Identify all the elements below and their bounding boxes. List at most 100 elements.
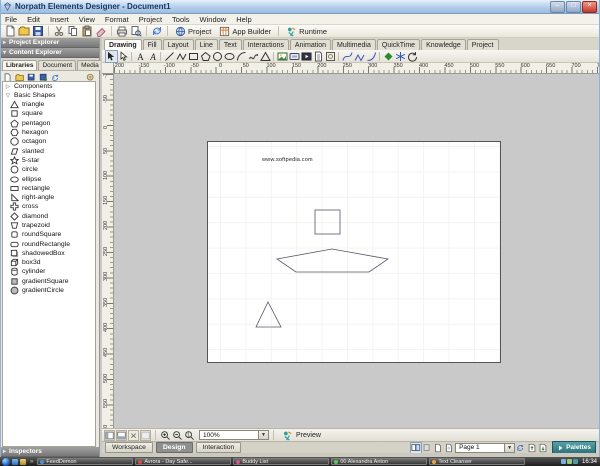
dropdown-arrow-icon[interactable]: ▼ — [504, 443, 515, 452]
shape-item-roundRectangle[interactable]: roundRectangle — [3, 239, 95, 248]
inspectors-header[interactable]: ▸ Inspectors — [0, 447, 99, 457]
canvas-page[interactable]: www.softpedia.com — [207, 141, 501, 363]
tray-icon[interactable] — [560, 459, 566, 464]
shape-item-square[interactable]: square — [3, 109, 95, 118]
mode-tab-interaction[interactable]: Interaction — [195, 442, 242, 453]
sync-icon[interactable] — [151, 25, 163, 37]
freeform-icon[interactable] — [248, 51, 259, 62]
quick-launch-mail-icon[interactable] — [20, 458, 26, 465]
menu-window[interactable]: Window — [195, 15, 232, 24]
shape-item-shadowedBox[interactable]: shadowedBox — [3, 249, 95, 258]
pointer-icon[interactable] — [118, 50, 129, 62]
tab-multimedia[interactable]: Multimedia — [332, 39, 376, 50]
menu-project[interactable]: Project — [134, 15, 167, 24]
tab-animation[interactable]: Animation — [289, 39, 332, 50]
print-icon[interactable] — [116, 25, 128, 37]
clear-icon[interactable] — [95, 25, 107, 37]
page-new-icon[interactable] — [433, 443, 443, 453]
tab-project[interactable]: Project — [466, 39, 499, 50]
anchor-point-icon[interactable] — [383, 51, 394, 62]
workspace[interactable]: www.softpedia.com — [114, 74, 600, 428]
project-explorer-header[interactable]: ▸ Project Explorer — [0, 38, 99, 48]
task-button-text-cleanser[interactable]: Text Cleanser — [429, 458, 526, 465]
text-skew-icon[interactable]: A — [147, 51, 158, 62]
tray-icon[interactable] — [572, 459, 578, 464]
star-point-icon[interactable] — [395, 51, 406, 62]
shape-item-box3d[interactable]: box3d — [3, 258, 95, 267]
toolbar-button-project[interactable]: Project — [171, 26, 215, 37]
shape-item-gradientSquare[interactable]: gradientSquare — [3, 277, 95, 286]
tab-line[interactable]: Line — [194, 39, 218, 50]
tray-icon[interactable] — [566, 459, 572, 464]
menu-format[interactable]: Format — [100, 15, 134, 24]
shape-item-hexagon[interactable]: hexagon — [3, 128, 95, 137]
canvas-shape-polygon[interactable] — [275, 248, 390, 273]
button-widget-icon[interactable] — [289, 51, 300, 62]
circle-icon[interactable] — [212, 51, 223, 62]
dock-left-icon[interactable] — [104, 429, 115, 441]
task-button-buddy-list[interactable]: Buddy List — [233, 458, 330, 465]
close-x-icon[interactable] — [128, 429, 139, 441]
connector-arc-icon[interactable] — [366, 51, 377, 62]
menu-view[interactable]: View — [74, 15, 100, 24]
shape-item-diamond[interactable]: diamond — [3, 211, 95, 221]
menu-edit[interactable]: Edit — [22, 15, 45, 24]
arc-icon[interactable] — [236, 51, 247, 62]
task-button-avrora-day-safe-[interactable]: Avrora - Day Safe... — [135, 458, 232, 465]
tab-interactions[interactable]: Interactions — [242, 39, 289, 50]
menu-file[interactable]: File — [0, 15, 22, 24]
menu-help[interactable]: Help — [231, 15, 256, 24]
connector-elbow-icon[interactable] — [354, 51, 365, 62]
tab-knowledge[interactable]: Knowledge — [421, 39, 466, 50]
maximize-button[interactable]: □ — [566, 0, 581, 13]
sidebar-tab-document[interactable]: Document — [38, 60, 77, 70]
tab-fill[interactable]: Fill — [142, 39, 162, 50]
minimize-button[interactable]: – — [550, 0, 565, 13]
component-widget-icon[interactable] — [325, 51, 336, 62]
shape-item-circle[interactable]: circle — [3, 165, 95, 174]
close-button[interactable]: × — [582, 0, 597, 13]
mode-tab-design[interactable]: Design — [155, 442, 193, 453]
quick-launch-browser-icon[interactable] — [12, 458, 18, 465]
text-icon[interactable]: A — [135, 51, 146, 62]
menu-insert[interactable]: Insert — [45, 15, 74, 24]
tree-group-basic-shapes[interactable]: ▽ Basic Shapes — [3, 91, 95, 100]
toolbar-button-app-builder[interactable]: App Builder — [215, 26, 275, 37]
tab-text[interactable]: Text — [218, 39, 242, 50]
polyline-icon[interactable] — [176, 51, 187, 62]
dock-bottom-icon[interactable] — [116, 429, 127, 441]
zoom-out-icon[interactable] — [172, 430, 183, 441]
shape-item-cross[interactable]: cross — [3, 202, 95, 211]
new-document-icon[interactable] — [4, 25, 16, 37]
tab-quicktime[interactable]: QuickTime — [376, 39, 421, 50]
shape-item-trapezoid[interactable]: trapezoid — [3, 221, 95, 230]
polygon-tool-icon[interactable] — [200, 51, 211, 62]
paste-icon[interactable] — [81, 25, 93, 37]
shape-item-right-angle[interactable]: right-angle — [3, 193, 95, 202]
connector-curve-icon[interactable] — [342, 51, 353, 62]
shape-item-rectangle[interactable]: rectangle — [3, 184, 95, 193]
canvas-shape-polygon[interactable] — [255, 301, 282, 328]
page-copy-icon[interactable] — [444, 443, 454, 453]
shape-item-ellipse[interactable]: ellipse — [3, 174, 95, 183]
tab-drawing[interactable]: Drawing — [104, 39, 142, 50]
open-folder-icon[interactable] — [18, 25, 30, 37]
rotate-tool-icon[interactable] — [407, 51, 418, 62]
canvas-shape-rect[interactable] — [314, 209, 341, 235]
copy-icon[interactable] — [67, 25, 79, 37]
rectangle-icon[interactable] — [188, 51, 199, 62]
shape-item-roundSquare[interactable]: roundSquare — [3, 230, 95, 239]
shape-item-triangle[interactable]: triangle — [3, 100, 95, 109]
cut-icon[interactable] — [53, 25, 65, 37]
spread-view-icon[interactable] — [410, 441, 423, 454]
save-icon[interactable] — [32, 25, 44, 37]
image-icon[interactable] — [277, 51, 288, 62]
zoom-level-select[interactable]: 100% ▼ — [199, 430, 269, 440]
title-bar[interactable]: Norpath Elements Designer - Document1 – … — [0, 0, 600, 14]
ellipse-icon[interactable] — [224, 51, 235, 62]
dock-empty-icon[interactable] — [140, 429, 151, 441]
shape-item-gradientCircle[interactable]: gradientCircle — [3, 286, 95, 295]
print-preview-icon[interactable] — [130, 25, 142, 37]
sidebar-tab-libraries[interactable]: Libraries — [2, 60, 38, 70]
shape-item-5-star[interactable]: 5-star — [3, 155, 95, 165]
